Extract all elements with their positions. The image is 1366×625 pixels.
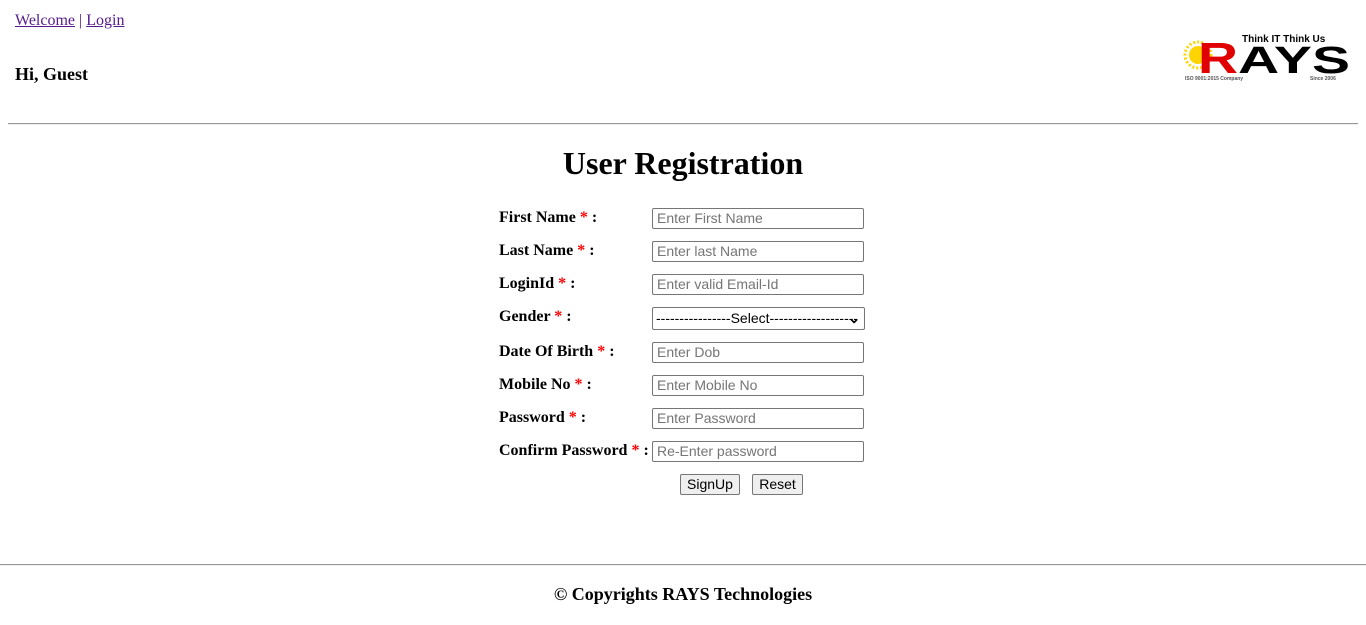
footer-copyright: © Copyrights RAYS Technologies <box>553 584 813 604</box>
mobile-no-input[interactable]: Enter Mobile No <box>652 375 864 396</box>
svg-text:Since 2006: Since 2006 <box>1310 76 1336 82</box>
confirm-password-input[interactable]: Re-Enter password <box>652 441 864 462</box>
label-text: Gender <box>499 308 551 325</box>
label-text: Confirm Password <box>499 442 628 459</box>
required-asterisk: * <box>574 376 583 393</box>
footer-divider <box>0 564 1366 566</box>
page-title: User Registration <box>562 145 804 181</box>
label-text: First Name <box>499 209 576 226</box>
nav-separator: | <box>79 12 83 29</box>
password-input[interactable]: Enter Password <box>652 408 864 429</box>
required-asterisk: * <box>568 409 577 426</box>
svg-text:ISO 9001:2015 Company: ISO 9001:2015 Company <box>1185 76 1243 82</box>
greeting: Hi, Guest <box>15 64 89 84</box>
placeholder: Enter Password <box>657 410 756 426</box>
chevron-down-icon: ⌄ <box>848 310 860 326</box>
label-text: Last Name <box>499 242 574 259</box>
label-last-name: Last Name * : <box>499 242 595 259</box>
required-asterisk: * <box>554 308 563 325</box>
required-asterisk: * <box>577 242 586 259</box>
welcome-link[interactable]: Welcome <box>15 12 75 29</box>
label-loginid: LoginId * : <box>499 275 576 292</box>
header-divider <box>8 123 1358 125</box>
placeholder: Enter First Name <box>657 210 763 226</box>
required-asterisk: * <box>579 209 588 226</box>
placeholder: Re-Enter password <box>657 443 777 459</box>
first-name-input[interactable]: Enter First Name <box>652 208 864 229</box>
label-text: Date Of Birth <box>499 343 594 360</box>
last-name-input[interactable]: Enter last Name <box>652 241 864 262</box>
label-first-name: First Name * : <box>499 209 598 226</box>
signup-button[interactable]: SignUp <box>680 474 740 495</box>
gender-select[interactable]: ----------------Select------------------… <box>652 307 865 330</box>
label-mobile-no: Mobile No * : <box>499 376 592 393</box>
label-password: Password * : <box>499 409 587 426</box>
label-confirm-password: Confirm Password * : <box>499 442 649 459</box>
label-date-of-birth: Date Of Birth * : <box>499 343 615 360</box>
required-asterisk: * <box>631 442 640 459</box>
required-asterisk: * <box>558 275 567 292</box>
top-nav: Welcome | Login <box>15 12 124 30</box>
label-text: Password <box>499 409 565 426</box>
placeholder: Enter Mobile No <box>657 377 758 393</box>
login-link[interactable]: Login <box>86 12 124 29</box>
loginid-input[interactable]: Enter valid Email-Id <box>652 274 864 295</box>
placeholder: Enter Dob <box>657 344 721 360</box>
placeholder: Enter last Name <box>657 243 758 259</box>
placeholder: Enter valid Email-Id <box>657 276 779 292</box>
label-text: LoginId <box>499 275 555 292</box>
rays-logo: Think IT Think Us R AYS ISO 9001:2015 Co… <box>1183 34 1350 83</box>
reset-button[interactable]: Reset <box>752 474 803 495</box>
label-gender: Gender * : <box>499 308 572 325</box>
date-of-birth-input[interactable]: Enter Dob <box>652 342 864 363</box>
label-text: Mobile No <box>499 376 571 393</box>
required-asterisk: * <box>597 343 606 360</box>
selected-value: ----------------Select------------------… <box>656 310 859 326</box>
